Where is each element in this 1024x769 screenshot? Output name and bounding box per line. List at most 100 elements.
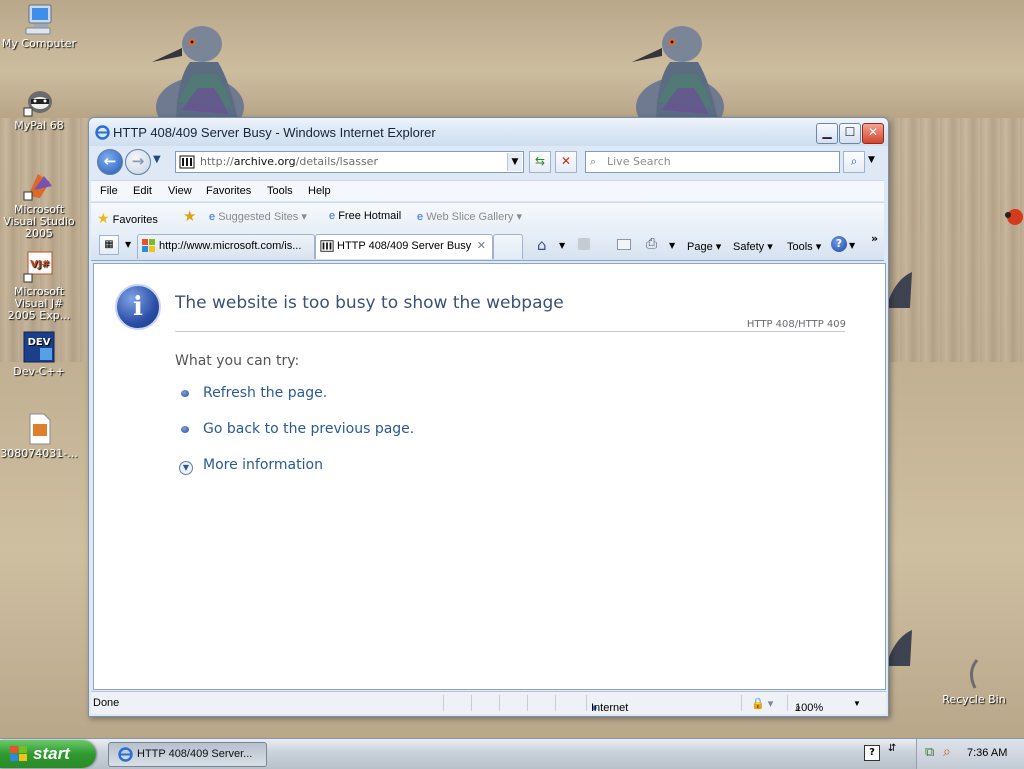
search-input[interactable]: ⌕ Live Search: [585, 151, 840, 173]
taskbar-item-label: HTTP 408/409 Server...: [137, 748, 253, 760]
home-dropdown[interactable]: ▼: [559, 241, 565, 250]
menu-favorites[interactable]: Favorites: [206, 185, 251, 197]
taskbar-item-ie[interactable]: HTTP 408/409 Server...: [108, 742, 267, 767]
page-menu-label: Page: [687, 241, 713, 253]
desktop-icon-label: MyPal 68: [14, 119, 64, 132]
recycle-bin-icon: [957, 658, 991, 692]
home-icon[interactable]: ⌂: [537, 236, 547, 254]
safety-menu-label: Safety: [733, 241, 765, 253]
desktop-icon-label: Recycle Bin: [942, 693, 1006, 706]
status-separator: [741, 695, 742, 711]
svg-text:DEV: DEV: [28, 337, 51, 348]
expand-icon[interactable]: ▼: [179, 461, 193, 475]
close-button[interactable]: ✕: [862, 123, 884, 144]
new-tab-button[interactable]: [493, 234, 523, 259]
tools-menu[interactable]: Tools ▾: [787, 240, 821, 253]
quick-tabs-button[interactable]: ▦: [99, 235, 119, 255]
title-bar[interactable]: HTTP 408/409 Server Busy - Windows Inter…: [89, 118, 888, 146]
toolbar-overflow-icon[interactable]: »: [871, 232, 878, 245]
address-prefix: http://: [200, 155, 234, 168]
close-tab-icon[interactable]: ✕: [477, 235, 486, 257]
refresh-button[interactable]: ⇆: [529, 151, 551, 173]
navigation-bar: ← → ▼ http://archive.org/details/lsasser…: [89, 146, 888, 178]
tray-expand-icon[interactable]: ⇵: [888, 743, 896, 754]
search-go-button[interactable]: ⌕: [843, 151, 865, 173]
error-heading: The website is too busy to show the webp…: [175, 293, 564, 313]
tab-microsoft[interactable]: http://www.microsoft.com/is...: [137, 234, 315, 259]
status-separator: [499, 695, 500, 711]
bullet-icon: [181, 390, 189, 397]
window-title: HTTP 408/409 Server Busy - Windows Inter…: [113, 125, 436, 140]
menu-view[interactable]: View: [168, 185, 192, 197]
read-mail-icon[interactable]: [617, 239, 631, 250]
taskbar: start HTTP 408/409 Server... ? ⇵ ⧉ ⌕ 7:3…: [0, 738, 1024, 769]
search-tray-icon[interactable]: ⌕: [943, 744, 951, 760]
ie-logo-icon: [118, 747, 133, 762]
zone-label: Internet: [591, 702, 629, 714]
recent-pages-dropdown[interactable]: ▼: [153, 154, 161, 165]
forward-button[interactable]: →: [125, 149, 151, 175]
web-slice-gallery-link[interactable]: e Web Slice Gallery ▾: [417, 210, 522, 223]
free-hotmail-link[interactable]: e Free Hotmail: [329, 210, 401, 222]
desktop-icon-my-computer[interactable]: My Computer: [0, 2, 79, 50]
start-button[interactable]: start: [0, 740, 96, 768]
suggested-sites-label: Suggested Sites: [218, 211, 299, 223]
page-content: i The website is too busy to show the we…: [93, 263, 886, 690]
network-tray-icon[interactable]: ⧉: [925, 745, 934, 760]
desktop-icon-mypal[interactable]: MyPal 68: [0, 84, 79, 132]
help-icon[interactable]: ?: [831, 236, 847, 252]
favorites-button[interactable]: ★ Favorites: [97, 210, 158, 227]
ie-logo-icon: [95, 125, 110, 140]
print-dropdown[interactable]: ▼: [669, 241, 675, 250]
address-bar[interactable]: http://archive.org/details/lsasser ▼: [175, 151, 524, 173]
maximize-button[interactable]: ☐: [839, 123, 861, 144]
windows-logo-icon: [142, 239, 155, 252]
more-information-link[interactable]: More information: [203, 457, 323, 473]
desktop-icon-visual-studio[interactable]: Microsoft Visual Studio 2005: [0, 168, 79, 240]
ie-page-icon: e: [329, 210, 336, 222]
ladybug-icon: [1005, 209, 1023, 225]
raccoon-icon: [22, 84, 56, 118]
svg-text:VJ#: VJ#: [30, 259, 50, 270]
address-domain: archive.org: [233, 155, 296, 168]
tab-server-busy[interactable]: HTTP 408/409 Server Busy ✕: [315, 234, 493, 259]
protected-mode-icon[interactable]: 🔒 ▾: [751, 697, 773, 710]
back-button[interactable]: ←: [97, 149, 123, 175]
try-label: What you can try:: [175, 353, 300, 369]
desktop-icon-recycle-bin[interactable]: Recycle Bin: [934, 658, 1014, 706]
minimize-button[interactable]: ▁: [816, 123, 838, 144]
desktop-icon-file[interactable]: 308074031-...: [0, 412, 79, 460]
suggested-sites-link[interactable]: e Suggested Sites ▾: [209, 210, 307, 223]
menu-tools[interactable]: Tools: [267, 185, 293, 197]
print-icon[interactable]: ⎙: [646, 236, 657, 252]
page-menu[interactable]: Page ▾: [687, 240, 721, 253]
desktop-icon-label: My Computer: [1, 37, 77, 50]
menu-bar: File Edit View Favorites Tools Help: [91, 180, 884, 201]
stop-button[interactable]: ✕: [555, 151, 577, 173]
pigeon-image: [152, 26, 244, 120]
tab-list-dropdown[interactable]: ▼: [125, 240, 131, 249]
page-icon: [320, 240, 334, 252]
safety-menu[interactable]: Safety ▾: [733, 240, 773, 253]
search-options-dropdown[interactable]: ▼: [868, 155, 875, 165]
clock[interactable]: 7:36 AM: [967, 747, 1007, 759]
status-separator: [527, 695, 528, 711]
desktop-icon-devcpp[interactable]: DEV Dev-C++: [0, 330, 79, 378]
desktop-icon-visual-jsharp[interactable]: VJ# Microsoft Visual J# 2005 Exp...: [0, 250, 79, 322]
menu-edit[interactable]: Edit: [133, 185, 152, 197]
address-dropdown[interactable]: ▼: [507, 153, 522, 171]
web-slice-gallery-label: Web Slice Gallery: [426, 211, 514, 223]
help-tray-icon[interactable]: ?: [864, 745, 880, 761]
address-path: /details/lsasser: [295, 155, 378, 168]
computer-icon: [22, 2, 56, 36]
feeds-icon[interactable]: [578, 238, 590, 250]
menu-file[interactable]: File: [100, 185, 118, 197]
add-favorite-icon[interactable]: ★: [183, 207, 196, 225]
visual-studio-icon: [22, 168, 56, 202]
help-dropdown[interactable]: ▼: [849, 241, 855, 250]
status-bar: Done ● Internet 🔒 ▾ ⌕ 100% ▼: [91, 691, 886, 714]
menu-help[interactable]: Help: [308, 185, 331, 197]
go-back-link[interactable]: Go back to the previous page.: [203, 421, 414, 437]
refresh-link[interactable]: Refresh the page.: [203, 385, 327, 401]
zoom-dropdown[interactable]: ▼: [853, 699, 861, 708]
